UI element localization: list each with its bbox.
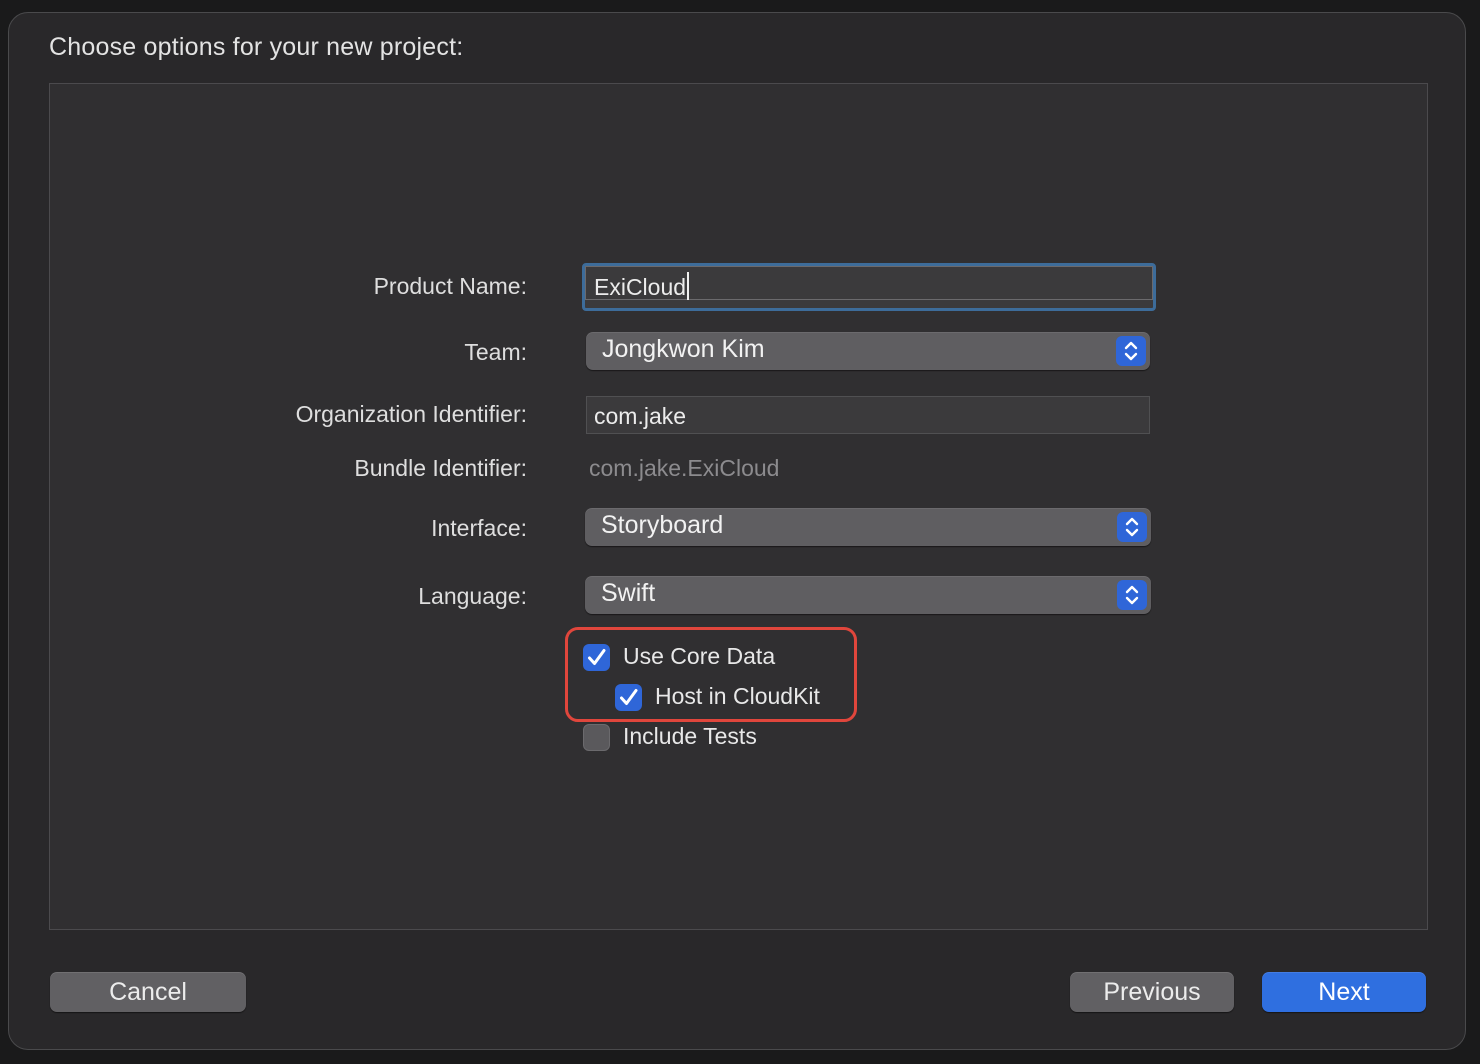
organization-identifier-value: com.jake [594,403,687,429]
checkmark-icon [588,649,606,665]
interface-label: Interface: [431,515,527,541]
organization-identifier-field[interactable]: com.jake [586,396,1150,434]
team-label: Team: [464,339,527,365]
product-name-field[interactable]: ExiCloud [582,263,1156,311]
use-core-data-checkbox[interactable] [583,644,610,671]
language-popup[interactable]: Swift [585,576,1151,614]
interface-value: Storyboard [601,511,724,539]
use-core-data-label: Use Core Data [623,643,776,669]
cancel-button[interactable]: Cancel [50,972,246,1012]
text-caret [687,272,690,300]
organization-identifier-label: Organization Identifier: [295,401,527,427]
bundle-identifier-value: com.jake.ExiCloud [589,455,780,481]
bundle-identifier-label: Bundle Identifier: [354,455,527,481]
interface-popup[interactable]: Storyboard [585,508,1151,546]
language-label: Language: [418,583,527,609]
language-value: Swift [601,579,656,607]
checkmark-icon [620,689,638,705]
include-tests-label: Include Tests [623,723,757,749]
product-name-label: Product Name: [373,273,527,299]
previous-button[interactable]: Previous [1070,972,1234,1012]
dialog-title: Choose options for your new project: [49,33,464,61]
include-tests-checkbox[interactable] [583,724,610,751]
host-in-cloudkit-checkbox[interactable] [615,684,642,711]
chevron-up-down-icon [1117,512,1147,542]
new-project-dialog: Choose options for your new project: Pro… [8,12,1466,1050]
options-panel: Product Name: ExiCloud Team: Jongkwon Ki… [49,83,1428,930]
team-value: Jongkwon Kim [602,335,765,363]
next-button[interactable]: Next [1262,972,1426,1012]
chevron-up-down-icon [1117,580,1147,610]
host-in-cloudkit-label: Host in CloudKit [655,683,820,709]
team-popup[interactable]: Jongkwon Kim [586,332,1150,370]
chevron-up-down-icon [1116,336,1146,366]
product-name-value: ExiCloud [594,274,687,300]
